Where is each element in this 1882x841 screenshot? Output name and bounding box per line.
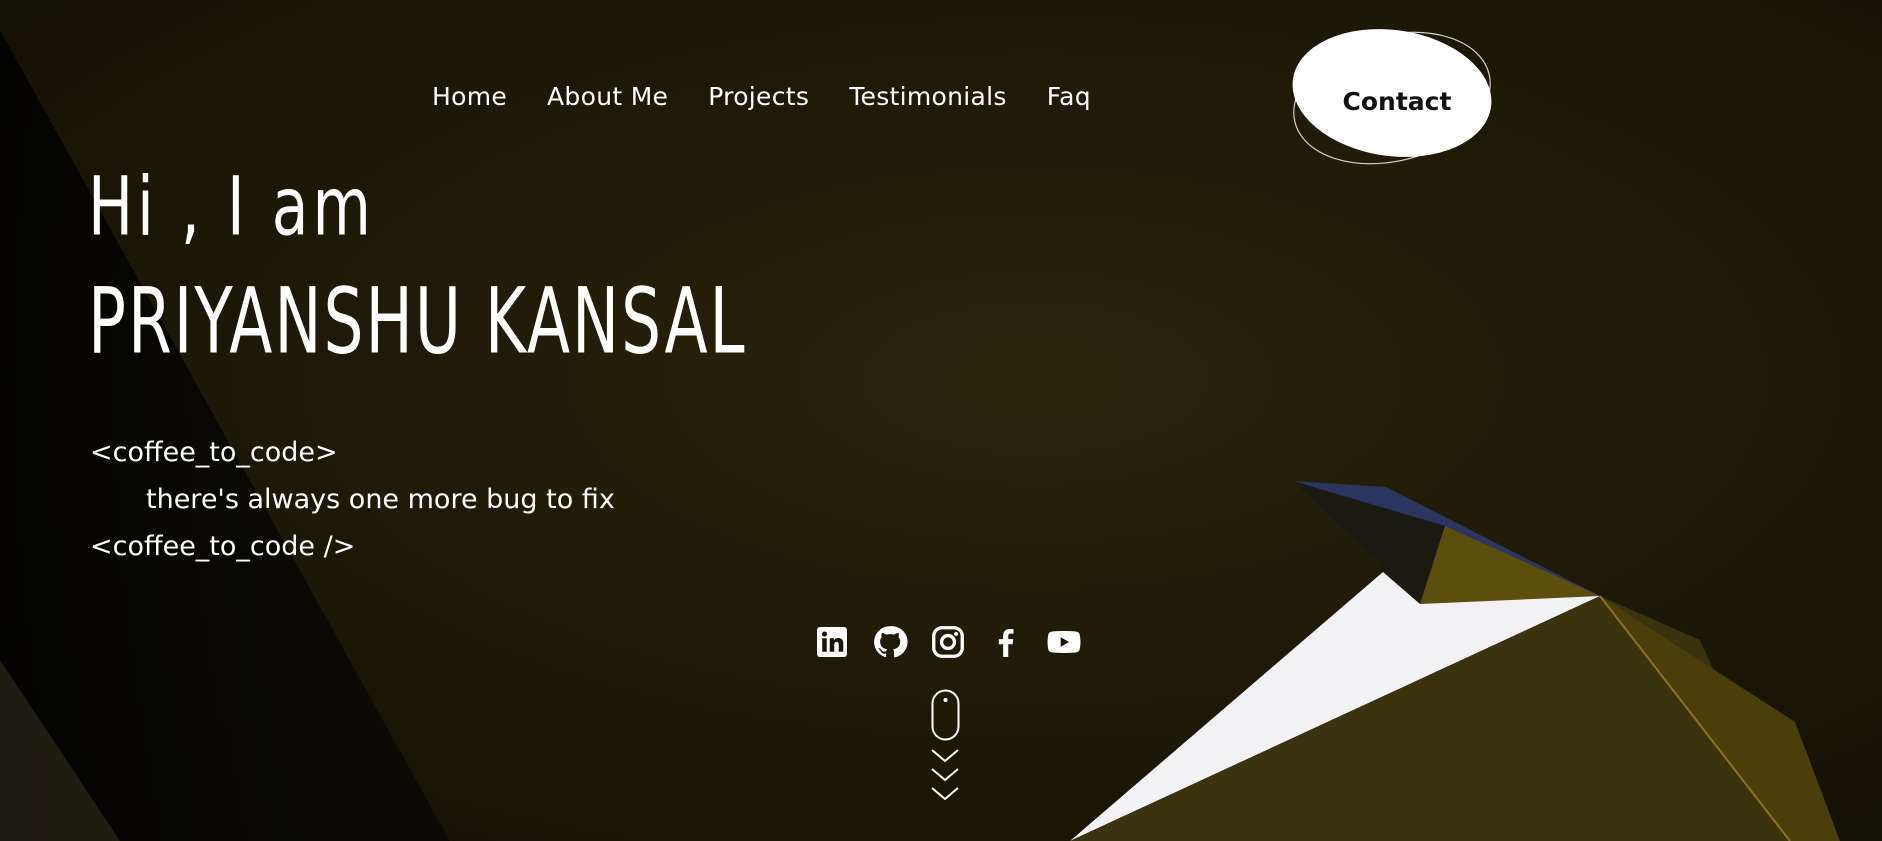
nav-about-me[interactable]: About Me xyxy=(547,82,668,111)
youtube-icon[interactable] xyxy=(1046,624,1082,660)
contact-button[interactable]: Contact xyxy=(1287,20,1497,175)
nav-projects[interactable]: Projects xyxy=(708,82,809,111)
scroll-mouse-icon xyxy=(931,689,960,741)
hero-greeting: Hi , I am xyxy=(88,160,375,255)
nav-testimonials[interactable]: Testimonials xyxy=(849,82,1007,111)
contact-label: Contact xyxy=(1342,86,1452,116)
linkedin-icon[interactable] xyxy=(814,624,850,660)
hero-name: PRIYANSHU KANSAL xyxy=(88,268,747,375)
github-icon[interactable] xyxy=(872,624,908,660)
nav-faq[interactable]: Faq xyxy=(1047,82,1091,111)
nav-home[interactable]: Home xyxy=(432,82,507,111)
main-nav: Home About Me Projects Testimonials Faq xyxy=(432,82,1091,111)
instagram-icon[interactable] xyxy=(930,624,966,660)
code-open-tag: <coffee_to_code> xyxy=(90,437,338,468)
facebook-icon[interactable] xyxy=(988,624,1024,660)
code-close-tag: <coffee_to_code /> xyxy=(90,531,356,562)
scroll-down-chevrons-icon[interactable] xyxy=(930,748,960,803)
code-body: there's always one more bug to fix xyxy=(146,484,615,515)
social-links xyxy=(814,624,1082,660)
